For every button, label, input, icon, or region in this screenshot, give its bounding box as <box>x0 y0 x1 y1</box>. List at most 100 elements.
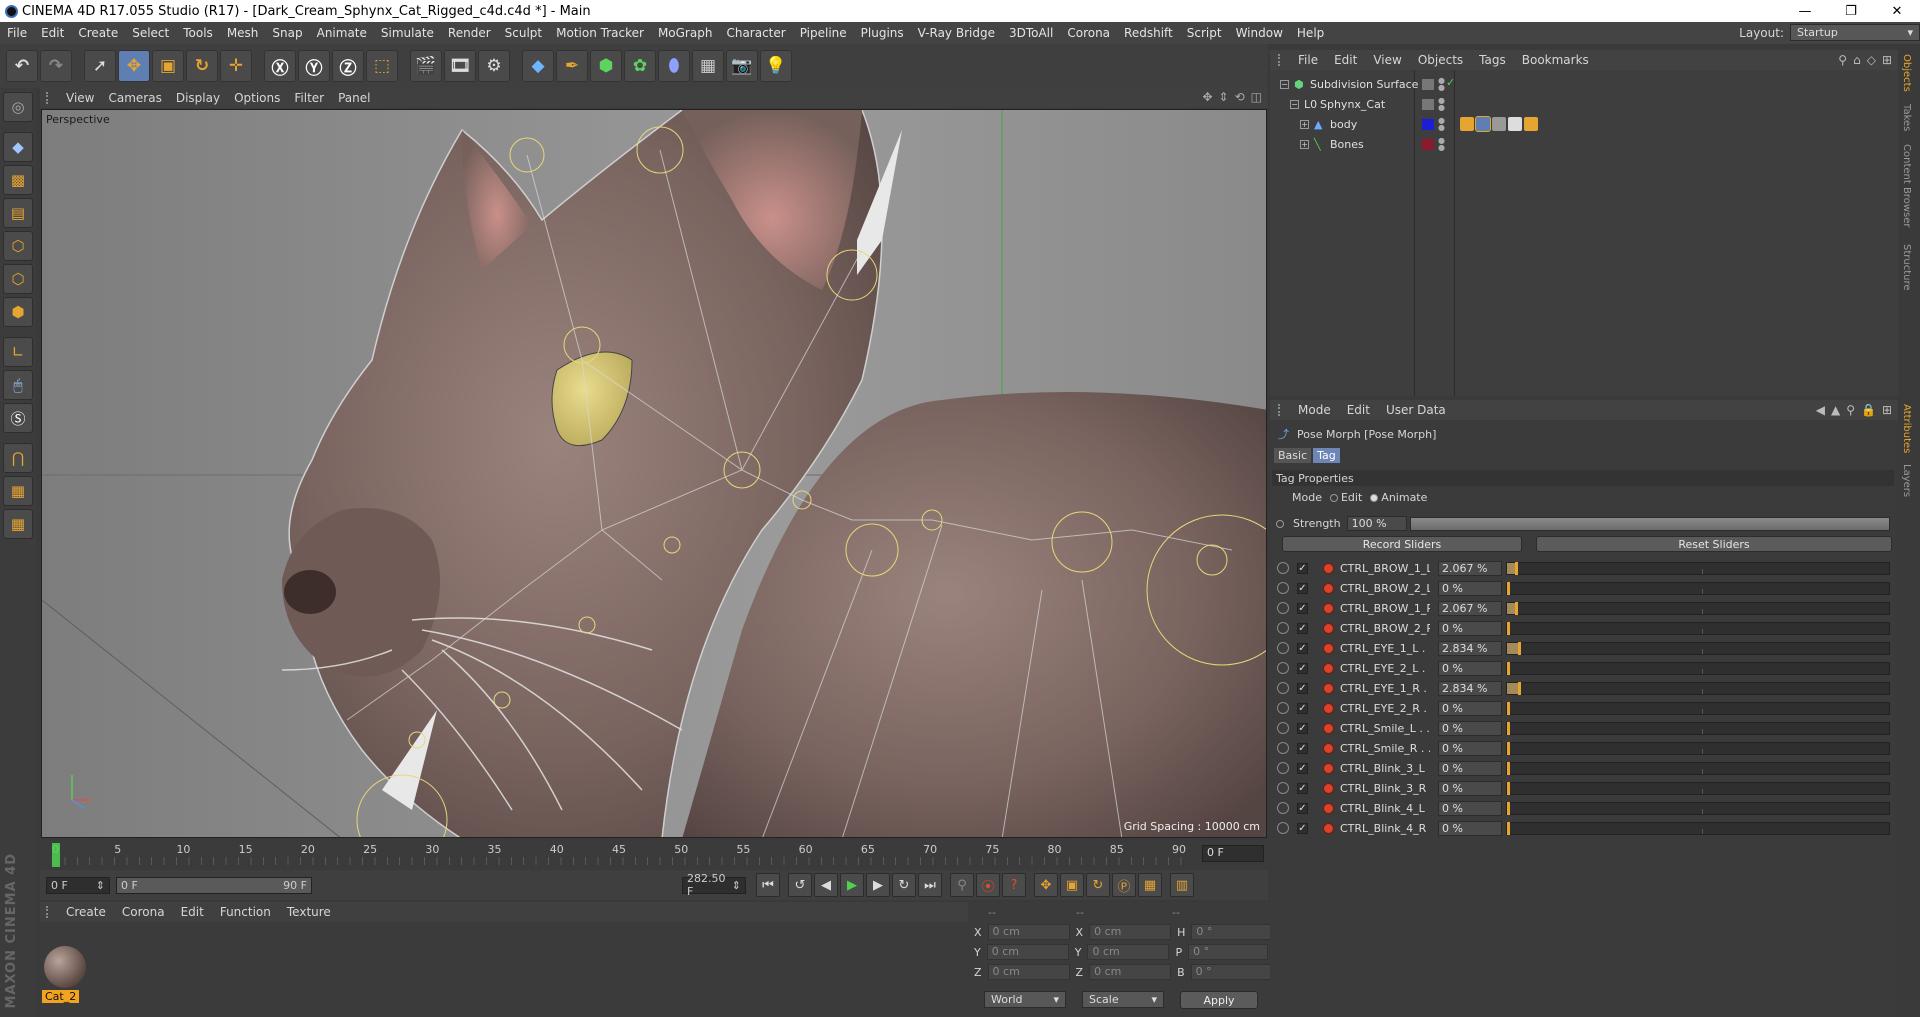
menu-edit[interactable]: Edit <box>34 26 71 40</box>
slider-value-field[interactable]: 0 % <box>1438 620 1502 636</box>
material-name[interactable]: Cat_2 <box>42 990 80 1003</box>
reset-sliders-button[interactable]: Reset Sliders <box>1536 536 1892 552</box>
lock-icon[interactable]: 🔒 <box>1861 403 1876 417</box>
restore-button[interactable]: ❐ <box>1828 0 1874 22</box>
side-tab-layers[interactable]: Layers <box>1901 464 1912 497</box>
menu-sculpt[interactable]: Sculpt <box>498 26 549 40</box>
material-menu-corona[interactable]: Corona <box>122 905 165 919</box>
material-menu-edit[interactable]: Edit <box>181 905 204 919</box>
slider-track[interactable] <box>1506 801 1890 815</box>
menu-v-ray-bridge[interactable]: V-Ray Bridge <box>911 26 1002 40</box>
live-selection-icon[interactable]: ➚ <box>84 50 116 82</box>
slider-enable-checkbox[interactable]: ✓ <box>1297 682 1308 694</box>
object-name[interactable]: Subdivision Surface <box>1310 78 1418 91</box>
slider-knob[interactable] <box>1517 681 1521 695</box>
slider-knob[interactable] <box>1507 661 1510 675</box>
record-sliders-button[interactable]: Record Sliders <box>1282 536 1522 552</box>
viewport-menu-options[interactable]: Options <box>234 91 280 105</box>
search-icon[interactable]: ⚲ <box>1846 403 1855 417</box>
slider-track[interactable] <box>1506 821 1890 835</box>
close-button[interactable]: ✕ <box>1874 0 1920 22</box>
previous-key-icon[interactable]: ↺ <box>788 873 812 897</box>
slider-keyframe-icon[interactable] <box>1277 822 1289 834</box>
toggle-view-icon[interactable]: ◫ <box>1251 90 1262 104</box>
slider-enable-checkbox[interactable]: ✓ <box>1297 722 1308 734</box>
scale-field[interactable]: 0 cm <box>1087 944 1170 960</box>
slider-record-icon[interactable] <box>1323 602 1334 614</box>
position-field[interactable]: 0 cm <box>986 944 1069 960</box>
slider-knob[interactable] <box>1507 701 1510 715</box>
subdivision-icon[interactable]: ⬢ <box>590 50 622 82</box>
points-mode-icon[interactable]: ⬡ <box>3 231 33 261</box>
slider-value-field[interactable]: 0 % <box>1438 720 1502 736</box>
side-tab-attributes[interactable]: Attributes <box>1901 404 1912 453</box>
viewport-menu-display[interactable]: Display <box>176 91 220 105</box>
keyframe-selection-icon[interactable]: ? <box>1002 873 1026 897</box>
grid-snap-icon[interactable]: ▦ <box>3 509 33 539</box>
menu-3dtoall[interactable]: 3DToAll <box>1002 26 1060 40</box>
new-view-icon[interactable]: ⊞ <box>1882 53 1892 67</box>
back-arrow-icon[interactable]: ◀ <box>1816 403 1825 417</box>
3d-viewport[interactable]: Perspective Grid Spacing : 10000 cm <box>41 109 1267 838</box>
slider-keyframe-icon[interactable] <box>1277 782 1289 794</box>
frame-ruler[interactable]: 051015202530354045505560657075808590 <box>52 843 1192 867</box>
y-axis-icon[interactable]: Ⓨ <box>298 50 330 82</box>
slider-enable-checkbox[interactable]: ✓ <box>1297 762 1308 774</box>
expand-toggle-icon[interactable]: + <box>1300 120 1309 129</box>
next-frame-icon[interactable]: ▶ <box>866 873 890 897</box>
rotation-field[interactable]: 0 ° <box>1190 964 1271 980</box>
slider-keyframe-icon[interactable] <box>1277 742 1289 754</box>
visibility-dots-icon[interactable]: ● ● <box>1438 117 1445 132</box>
slider-keyframe-icon[interactable] <box>1277 802 1289 814</box>
material-menu-create[interactable]: Create <box>66 905 106 919</box>
position-field[interactable]: 0 cm <box>987 964 1070 980</box>
weight-tag-icon[interactable] <box>1524 117 1538 131</box>
enabled-check-icon[interactable]: ✓ <box>1446 76 1455 89</box>
tweak-mode-icon[interactable]: 🖱 <box>3 370 33 400</box>
slider-track[interactable] <box>1506 641 1890 655</box>
material-menu-function[interactable]: Function <box>220 905 271 919</box>
menu-redshift[interactable]: Redshift <box>1117 26 1180 40</box>
key-scale-icon[interactable]: ▣ <box>1060 873 1084 897</box>
slider-record-icon[interactable] <box>1323 682 1334 694</box>
slider-knob[interactable] <box>1517 641 1521 655</box>
slider-keyframe-icon[interactable] <box>1277 582 1289 594</box>
layout-select[interactable]: Startup ▾ <box>1790 24 1920 41</box>
menu-mograph[interactable]: MoGraph <box>651 26 720 40</box>
slider-track[interactable] <box>1506 781 1890 795</box>
snap-icon[interactable]: Ⓢ <box>3 403 33 433</box>
layer-color-swatch[interactable] <box>1422 119 1434 130</box>
texture-tag-icon[interactable] <box>1460 117 1474 131</box>
visibility-dots-icon[interactable]: ● ● <box>1438 137 1445 152</box>
deformer-icon[interactable]: ⬮ <box>658 50 690 82</box>
slider-value-field[interactable]: 2.067 % <box>1438 600 1502 616</box>
go-to-start-icon[interactable]: ⏮ <box>756 873 780 897</box>
redo-icon[interactable]: ↷ <box>40 50 72 82</box>
magnet-icon[interactable]: ⋂ <box>3 443 33 473</box>
up-arrow-icon[interactable]: ▲ <box>1831 403 1840 417</box>
slider-enable-checkbox[interactable]: ✓ <box>1297 702 1308 714</box>
strength-slider[interactable] <box>1410 517 1890 531</box>
slider-knob[interactable] <box>1507 801 1510 815</box>
slider-keyframe-icon[interactable] <box>1277 662 1289 674</box>
slider-value-field[interactable]: 0 % <box>1438 740 1502 756</box>
object-row[interactable]: + ╲ Bones ● ● <box>1270 134 1898 154</box>
menu-select[interactable]: Select <box>125 26 176 40</box>
rotate-view-icon[interactable]: ⟲ <box>1235 90 1245 104</box>
menu-create[interactable]: Create <box>71 26 125 40</box>
expand-toggle-icon[interactable]: − <box>1280 80 1289 89</box>
side-tab-content-browser[interactable]: Content Browser <box>1901 144 1912 227</box>
slider-enable-checkbox[interactable]: ✓ <box>1297 782 1308 794</box>
menu-render[interactable]: Render <box>441 26 498 40</box>
new-attribute-view-icon[interactable]: ⊞ <box>1882 403 1892 417</box>
menu-character[interactable]: Character <box>719 26 792 40</box>
slider-knob[interactable] <box>1514 601 1518 615</box>
viewport-menu-panel[interactable]: Panel <box>338 91 370 105</box>
menu-script[interactable]: Script <box>1180 26 1229 40</box>
search-icon[interactable]: ⚲ <box>1838 53 1847 67</box>
scale-field[interactable]: 0 cm <box>1089 924 1172 940</box>
zoom-view-icon[interactable]: ⇕ <box>1219 90 1229 104</box>
play-forward-icon[interactable]: ▶ <box>840 873 864 897</box>
timeline-ruler[interactable]: 051015202530354045505560657075808590 0 F <box>40 841 1268 869</box>
slider-knob[interactable] <box>1507 741 1510 755</box>
